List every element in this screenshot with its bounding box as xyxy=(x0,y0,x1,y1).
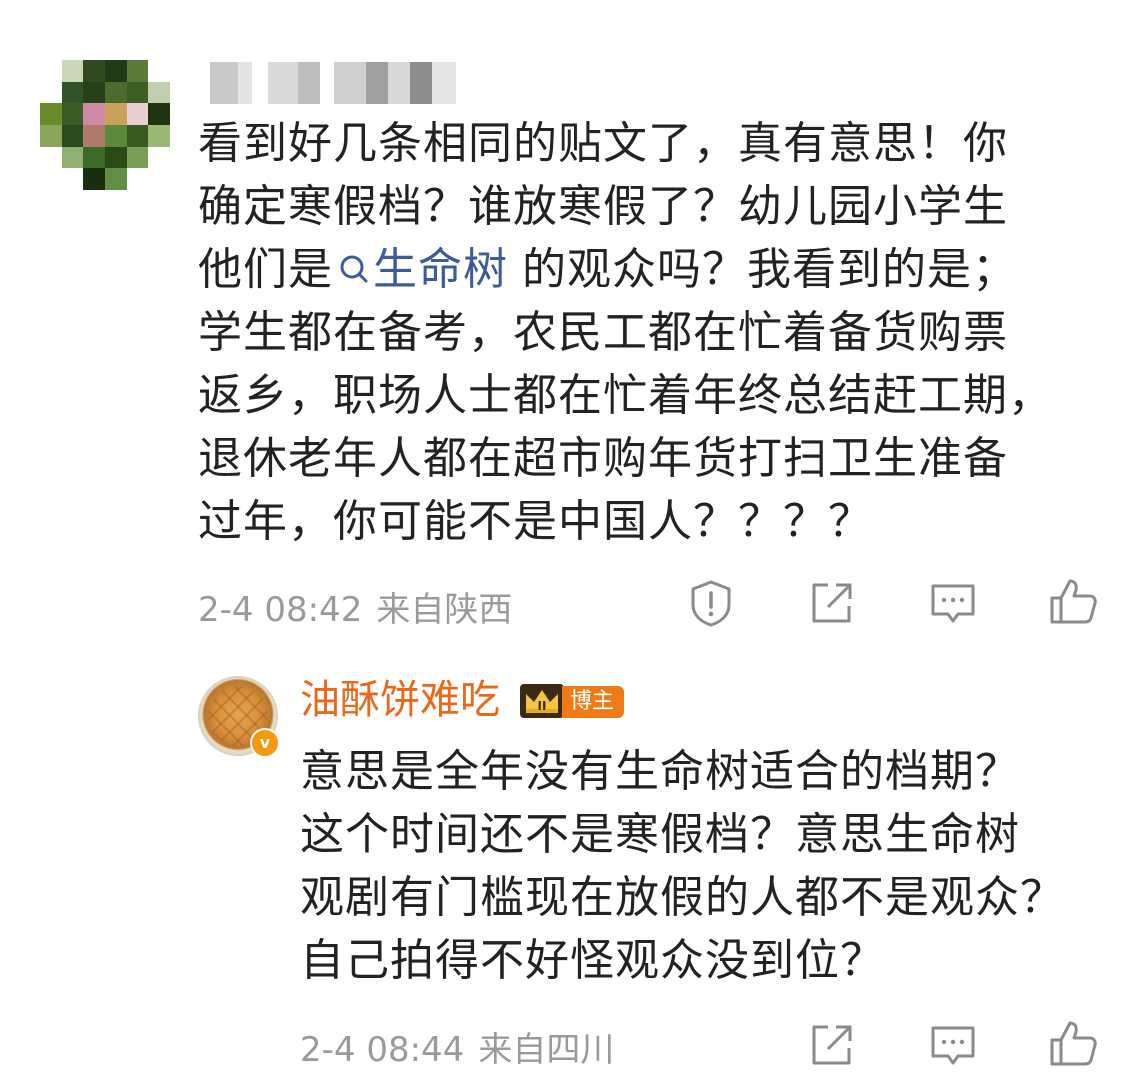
comment-location: 来自陕西 xyxy=(376,590,513,630)
reply-body: 意思是全年没有生命树适合的档期？ 这个时间还不是寒假档？意思生命树 观剧有门槛现… xyxy=(300,740,1120,992)
comment-line: 退休老年人都在超市购年货打扫卫生准备 xyxy=(198,433,1008,484)
comment-line: 他们是 生命树 的观众吗？我看到的是； xyxy=(198,238,1098,301)
avatar-pixel xyxy=(61,124,84,147)
avatar-pixel xyxy=(126,124,149,147)
comment-meta: 2-4 08:42 来自陕西 xyxy=(198,582,512,631)
avatar-pixel xyxy=(61,146,84,169)
svg-text:II: II xyxy=(538,699,547,713)
comment-date: 2-4 08:42 xyxy=(198,590,363,630)
avatar-pixel xyxy=(40,60,62,82)
reply-line: 自己拍得不好怪观众没到位？ xyxy=(300,935,885,986)
avatar-pixel xyxy=(104,103,127,125)
avatar-pixel xyxy=(148,103,170,125)
like-icon[interactable] xyxy=(1048,1018,1098,1068)
avatar-pixel xyxy=(83,60,105,82)
avatar-pixel xyxy=(104,124,127,147)
comment-line: 学生都在备考，农民工都在忙着备货购票 xyxy=(198,307,1008,358)
share-icon[interactable] xyxy=(806,578,856,628)
topic-link[interactable]: 生命树 xyxy=(339,244,508,295)
reply-line: 观剧有门槛现在放假的人都不是观众？ xyxy=(300,872,1065,923)
reply-location: 来自四川 xyxy=(478,1030,615,1070)
verified-badge-icon: v xyxy=(250,728,280,758)
comment-icon[interactable] xyxy=(928,1020,978,1070)
topic-link-label: 生命树 xyxy=(373,244,508,295)
avatar-pixel xyxy=(61,81,84,104)
search-icon xyxy=(340,255,368,283)
reply-meta: 2-4 08:44 来自四川 xyxy=(300,1022,614,1071)
comment-line: 看到好几条相同的贴文了，真有意思！你 xyxy=(198,118,1008,169)
avatar-pixel xyxy=(104,168,127,190)
avatar-pixel xyxy=(83,168,105,190)
avatar-pixel xyxy=(83,81,105,104)
comment-text-segment: 的观众吗？我看到的是； xyxy=(522,244,1017,295)
blogger-badge: 博主 xyxy=(562,686,625,718)
reply-username[interactable]: 油酥饼难吃 xyxy=(300,676,500,724)
avatar-pixel xyxy=(104,60,127,82)
comment-icon[interactable] xyxy=(928,578,978,628)
avatar-pixel xyxy=(148,168,170,190)
avatar-pixel xyxy=(126,103,149,125)
avatar-pixel xyxy=(126,146,149,169)
avatar-pixel xyxy=(148,146,170,169)
comment-text-segment: 他们是 xyxy=(198,244,333,295)
avatar-pixel xyxy=(83,103,105,125)
commenter-username-pixelated[interactable] xyxy=(210,62,470,104)
avatar-pixel xyxy=(126,60,149,82)
avatar-pixel xyxy=(104,146,127,169)
comment-line: 过年，你可能不是中国人？？？？ xyxy=(198,496,873,547)
avatar-pixel xyxy=(61,103,84,125)
avatar-pixel xyxy=(148,124,170,147)
avatar-pixel xyxy=(104,81,127,104)
comment-line: 确定寒假档？谁放寒假了？幼儿园小学生 xyxy=(198,181,1008,232)
comment-line: 返乡，职场人士都在忙着年终总结赶工期， xyxy=(198,370,1053,421)
avatar-pixel xyxy=(148,60,170,82)
share-icon[interactable] xyxy=(806,1020,856,1070)
reply-line: 意思是全年没有生命树适合的档期？ xyxy=(300,746,1020,797)
avatar-pixel xyxy=(61,168,84,190)
commenter-avatar[interactable] xyxy=(40,60,170,190)
avatar-pixel xyxy=(40,124,62,147)
report-icon[interactable] xyxy=(686,578,736,628)
avatar-pixel xyxy=(40,103,62,125)
avatar-pixel xyxy=(126,168,149,190)
avatar-pixel xyxy=(148,81,170,104)
reply-line: 这个时间还不是寒假档？意思生命树 xyxy=(300,809,1020,860)
comment-body: 看到好几条相同的贴文了，真有意思！你 确定寒假档？谁放寒假了？幼儿园小学生 他们… xyxy=(198,112,1098,553)
avatar-pixel xyxy=(61,60,84,82)
avatar-pixel xyxy=(83,146,105,169)
avatar-pixel xyxy=(126,81,149,104)
crown-icon: II xyxy=(520,684,564,718)
avatar-pixel xyxy=(40,146,62,169)
avatar-pixel xyxy=(40,81,62,104)
like-icon[interactable] xyxy=(1048,576,1098,626)
avatar-pixel xyxy=(83,124,105,147)
avatar-pixel xyxy=(40,168,62,190)
reply-date: 2-4 08:44 xyxy=(300,1030,465,1070)
